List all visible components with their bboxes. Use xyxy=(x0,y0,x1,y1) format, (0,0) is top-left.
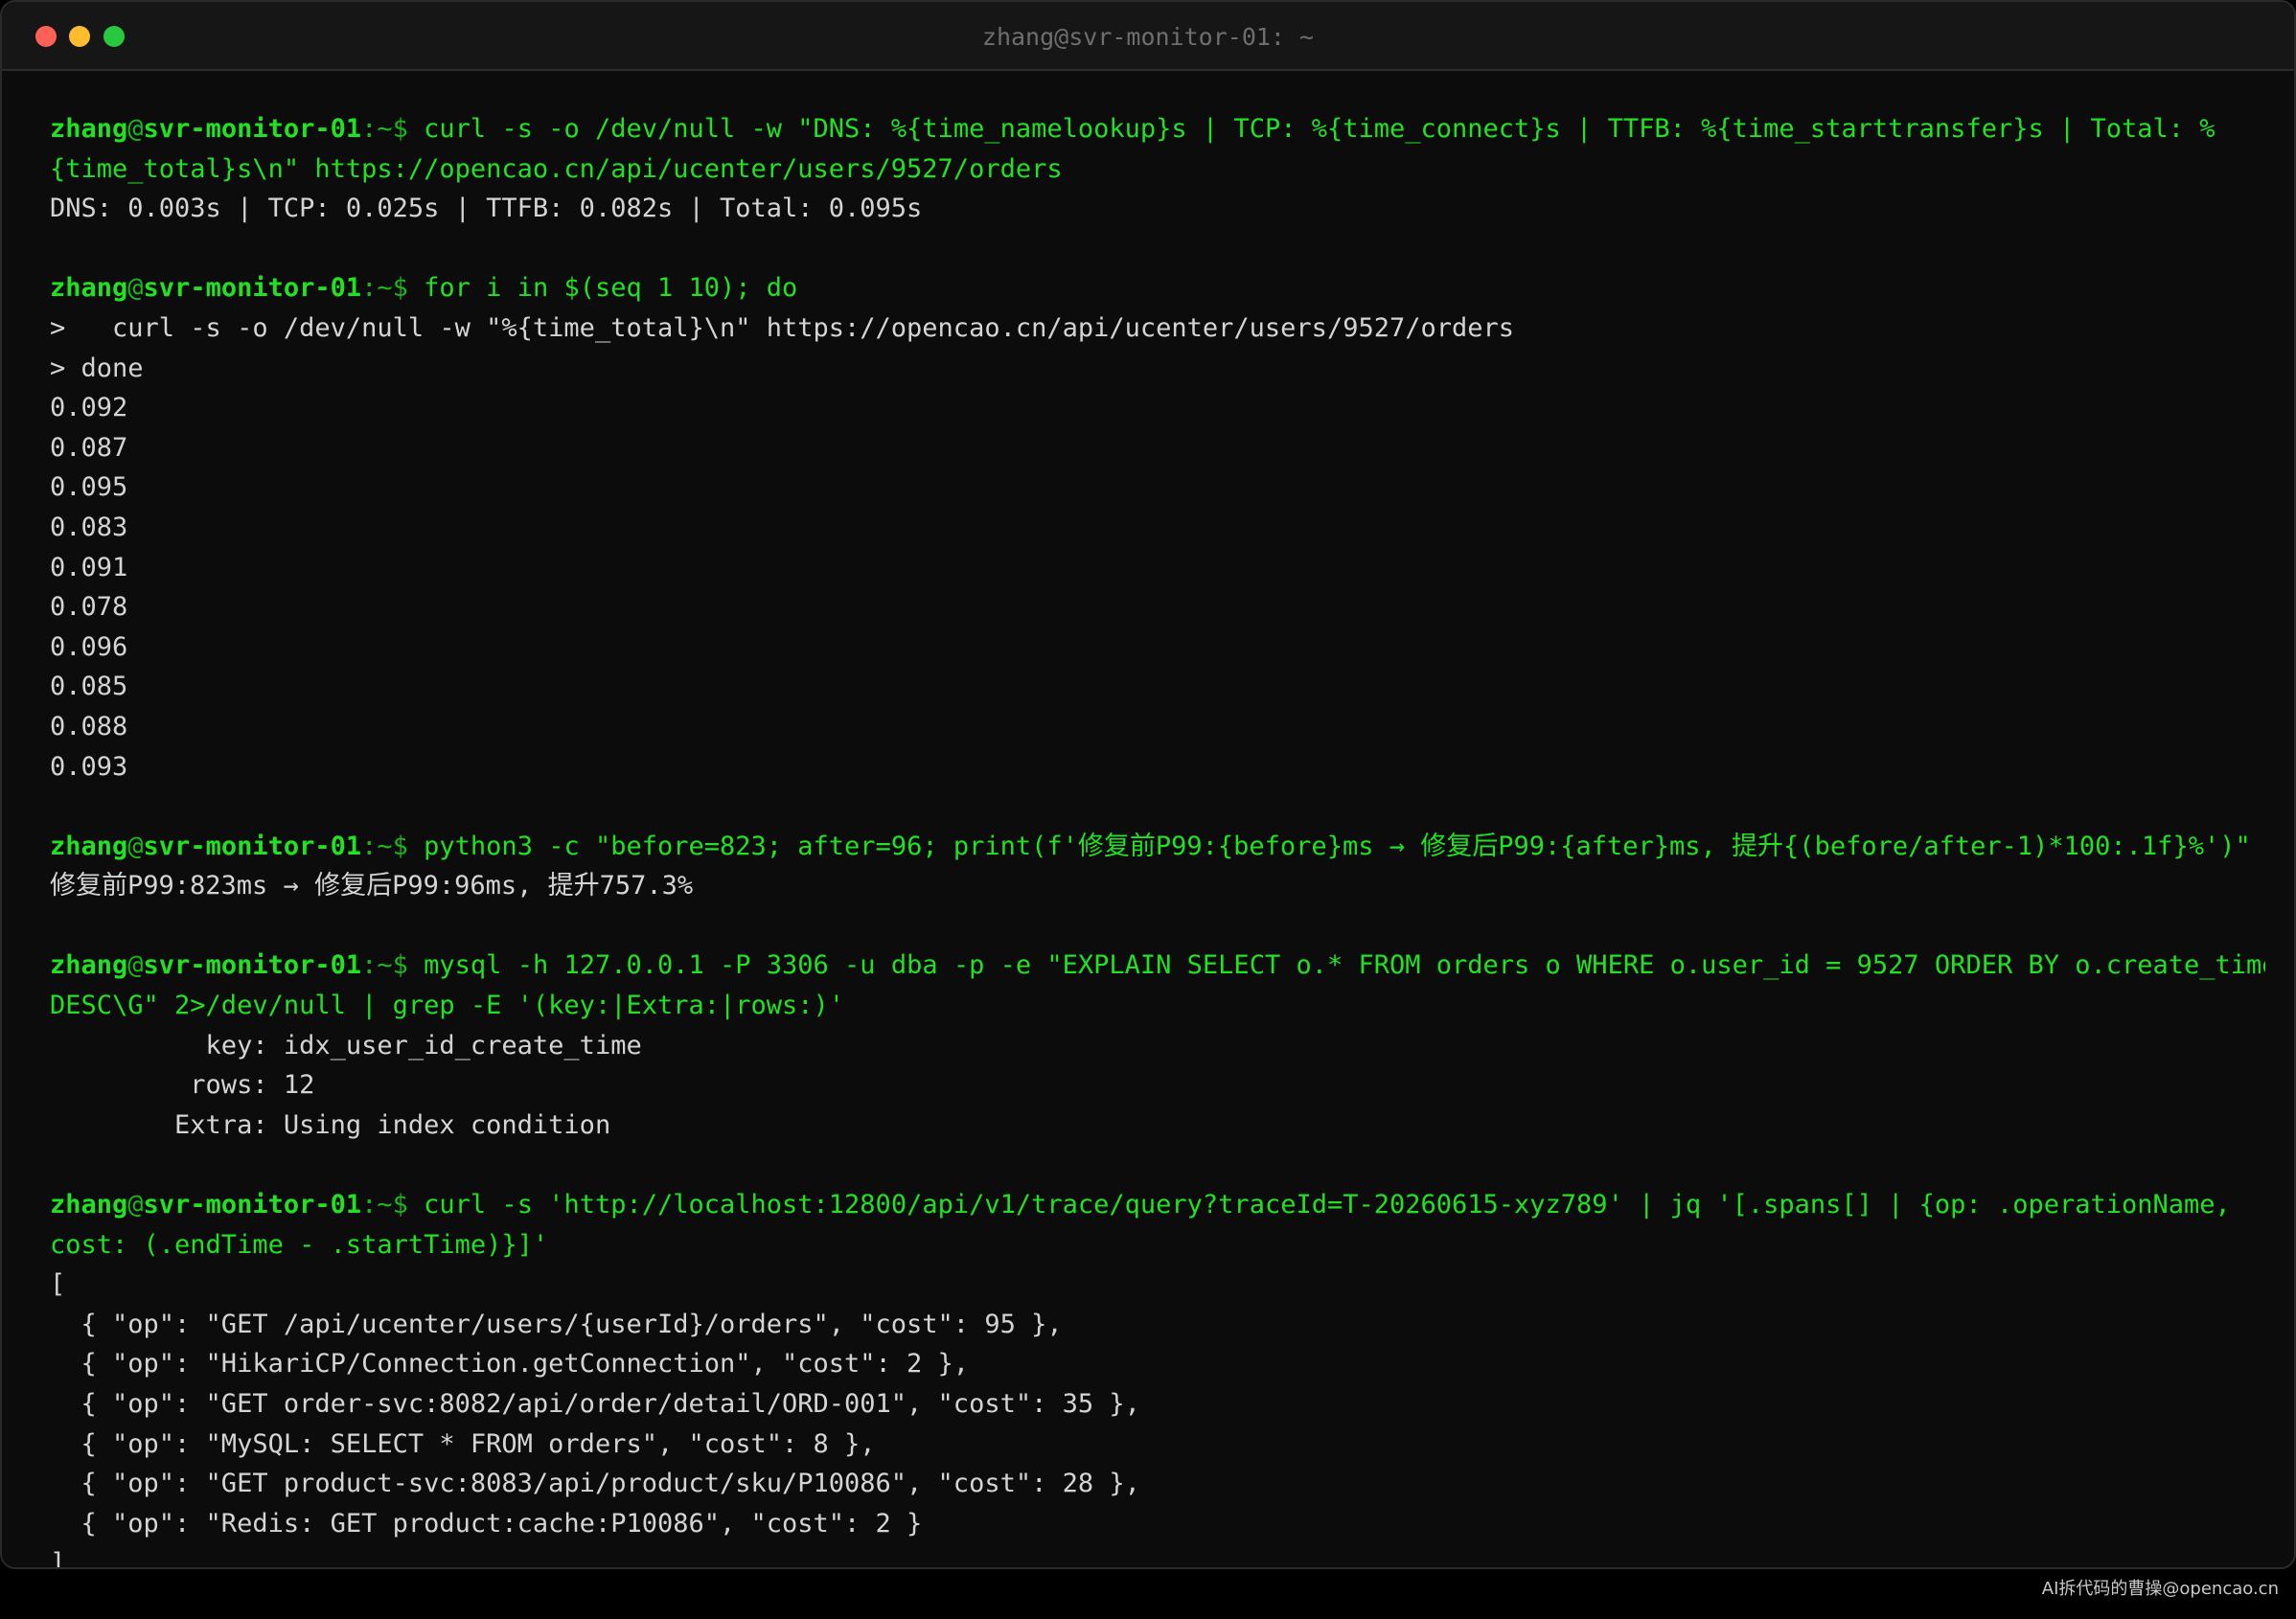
window-title: zhang@svr-monitor-01: ~ xyxy=(981,23,1315,51)
prompt-at: @ xyxy=(127,831,144,861)
prompt-at: @ xyxy=(127,114,144,144)
prompt-host: svr-monitor-01 xyxy=(143,114,362,144)
output-line: > curl -s -o /dev/null -w "%{time_total}… xyxy=(50,312,1515,343)
output-line: DNS: 0.003s | TCP: 0.025s | TTFB: 0.082s… xyxy=(50,194,923,224)
command-text: mysql -h 127.0.0.1 -P 3306 -u dba -p -e … xyxy=(424,950,2265,981)
watermark: AI拆代码的曹操@opencao.cn xyxy=(2041,1579,2279,1599)
prompt-user: zhang xyxy=(50,1190,128,1220)
command-line: zhang@svr-monitor-01:~$ python3 -c "befo… xyxy=(50,827,2265,867)
terminal-window: zhang@svr-monitor-01: ~ zhang@svr-monito… xyxy=(0,0,2296,1569)
output-line: { "op": "GET product-svc:8083/api/produc… xyxy=(50,1469,1140,1499)
prompt-user: zhang xyxy=(50,273,128,304)
command-continuation: cost: (.endTime - .startTime)}]' xyxy=(50,1225,2265,1266)
output-line: 0.085 xyxy=(50,672,128,702)
output-line: 0.093 xyxy=(50,751,128,782)
command-text: python3 -c "before=823; after=96; print(… xyxy=(424,831,2251,861)
output-line: { "op": "GET order-svc:8082/api/order/de… xyxy=(50,1389,1140,1419)
prompt-at: @ xyxy=(127,1190,144,1220)
output-line: 0.096 xyxy=(50,631,128,662)
output-line: ] xyxy=(50,1548,66,1569)
output-line: 0.087 xyxy=(50,432,128,463)
command-text: curl -s -o /dev/null -w "DNS: %{time_nam… xyxy=(424,114,2216,144)
terminal-output[interactable]: zhang@svr-monitor-01:~$ curl -s -o /dev/… xyxy=(50,109,2265,1569)
prompt-host: svr-monitor-01 xyxy=(143,1190,362,1220)
prompt-host: svr-monitor-01 xyxy=(143,273,362,304)
output-line: 0.091 xyxy=(50,552,128,582)
output-line: 0.088 xyxy=(50,711,128,741)
output-line: Extra: Using index condition xyxy=(50,1109,611,1140)
command-line: zhang@svr-monitor-01:~$ mysql -h 127.0.0… xyxy=(50,946,2265,986)
prompt-path: :~$ xyxy=(361,1190,425,1220)
prompt-user: zhang xyxy=(50,114,128,144)
prompt-host: svr-monitor-01 xyxy=(143,831,362,861)
output-line: { "op": "GET /api/ucenter/users/{userId}… xyxy=(50,1309,1063,1339)
output-line: { "op": "MySQL: SELECT * FROM orders", "… xyxy=(50,1428,876,1459)
output-line: { "op": "HikariCP/Connection.getConnecti… xyxy=(50,1349,970,1380)
output-line: { "op": "Redis: GET product:cache:P10086… xyxy=(50,1508,923,1539)
output-line: key: idx_user_id_create_time xyxy=(50,1030,642,1060)
prompt-at: @ xyxy=(127,950,144,981)
prompt-host: svr-monitor-01 xyxy=(143,950,362,981)
prompt-user: zhang xyxy=(50,950,128,981)
output-line: > done xyxy=(50,353,144,383)
output-line: [ xyxy=(50,1269,66,1300)
command-text: cost: (.endTime - .startTime)}]' xyxy=(50,1229,549,1260)
command-continuation: DESC\G" 2>/dev/null | grep -E '(key:|Ext… xyxy=(50,986,2265,1026)
prompt-path: :~$ xyxy=(361,831,425,861)
prompt-path: :~$ xyxy=(361,273,425,304)
command-text: DESC\G" 2>/dev/null | grep -E '(key:|Ext… xyxy=(50,991,845,1021)
prompt-path: :~$ xyxy=(361,114,425,144)
command-text: for i in $(seq 1 10); do xyxy=(424,273,798,304)
command-text: curl -s 'http://localhost:12800/api/v1/t… xyxy=(424,1190,2231,1220)
prompt-at: @ xyxy=(127,273,144,304)
output-line: rows: 12 xyxy=(50,1070,315,1101)
command-line: zhang@svr-monitor-01:~$ curl -s -o /dev/… xyxy=(50,109,2265,149)
output-line: 0.092 xyxy=(50,393,128,423)
command-continuation: {time_total}s\n" https://opencao.cn/api/… xyxy=(50,149,2265,190)
prompt-path: :~$ xyxy=(361,950,425,981)
output-line: 0.083 xyxy=(50,512,128,542)
command-line: zhang@svr-monitor-01:~$ curl -s 'http://… xyxy=(50,1185,2265,1225)
output-line: 0.095 xyxy=(50,472,128,503)
command-text: {time_total}s\n" https://opencao.cn/api/… xyxy=(50,153,1063,184)
prompt-user: zhang xyxy=(50,831,128,861)
command-line: zhang@svr-monitor-01:~$ for i in $(seq 1… xyxy=(50,268,2265,308)
title-bar[interactable]: zhang@svr-monitor-01: ~ xyxy=(2,2,2294,71)
output-line: 0.078 xyxy=(50,592,128,623)
output-line: 修复前P99:823ms → 修复后P99:96ms, 提升757.3% xyxy=(50,871,694,901)
